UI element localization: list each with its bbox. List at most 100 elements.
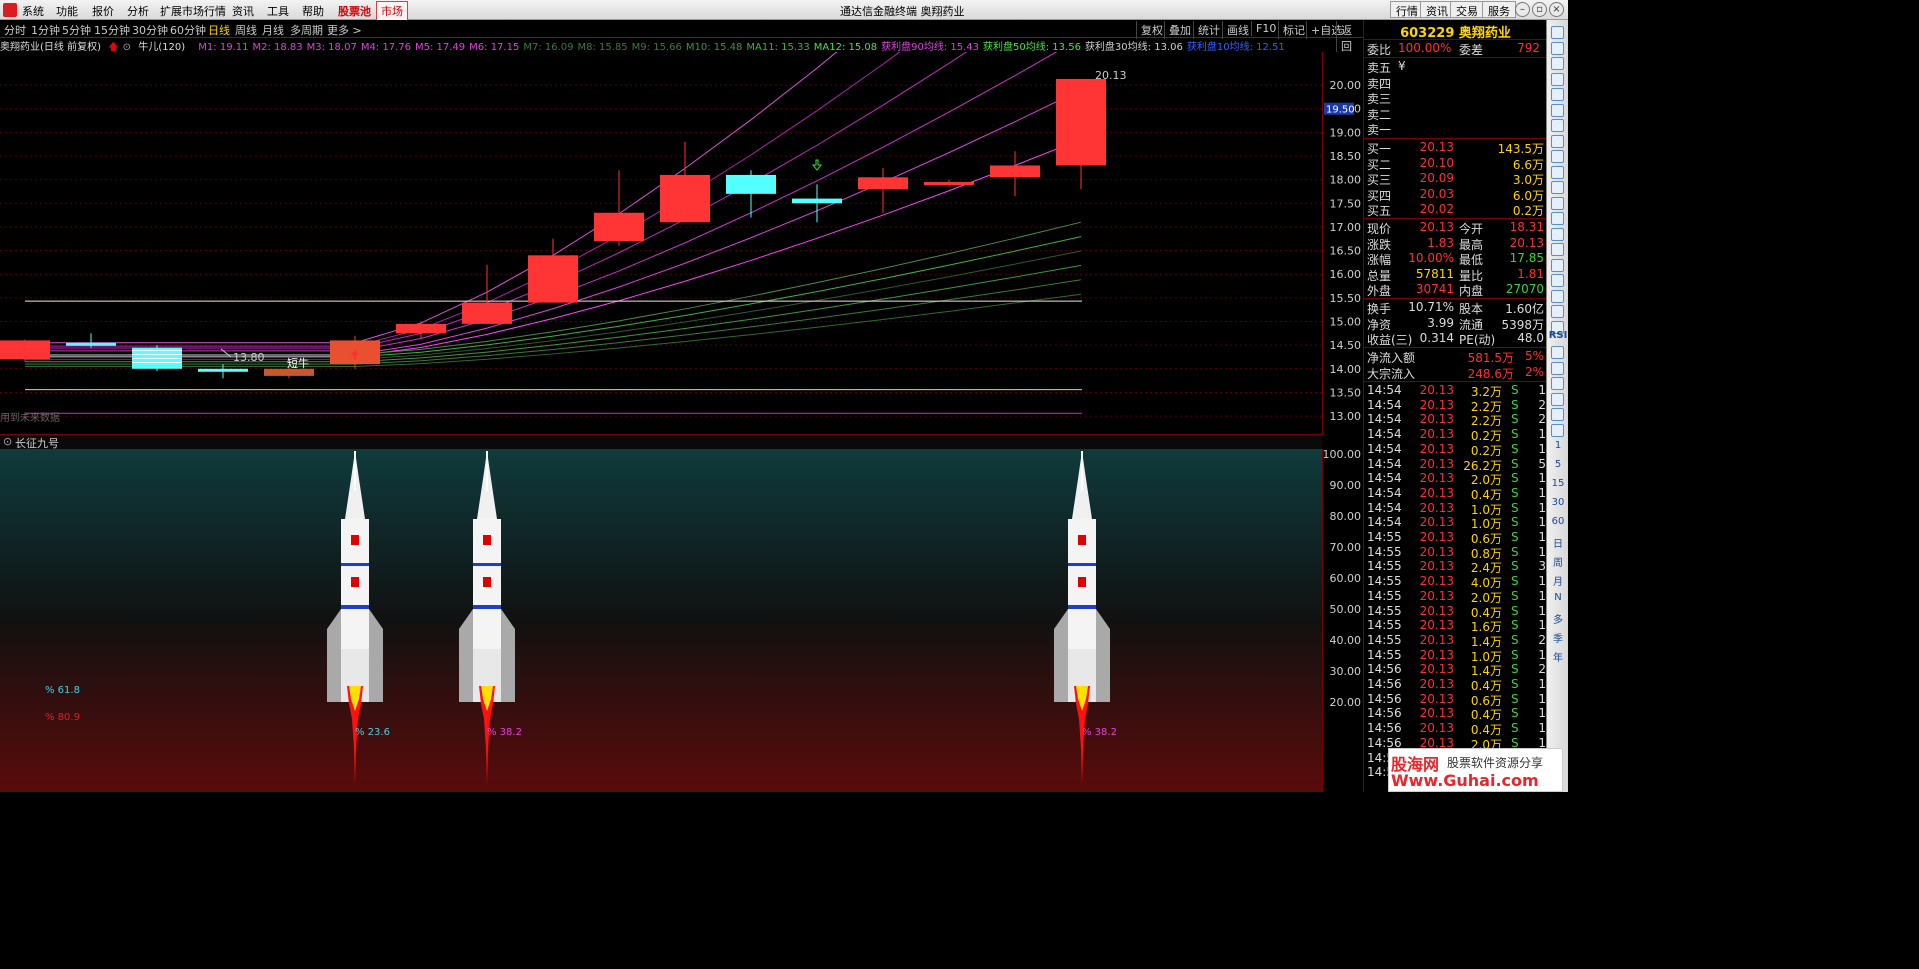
tool-icon[interactable] xyxy=(1551,165,1564,179)
tool-icon[interactable] xyxy=(1551,150,1564,163)
tool-icon[interactable] xyxy=(1551,423,1564,437)
tool-period-0[interactable]: 1 xyxy=(1547,440,1568,451)
period-1min[interactable]: 1分钟 xyxy=(31,22,60,38)
tool-icon[interactable] xyxy=(1551,274,1564,287)
window-title: 通达信金融终端 奥翔药业 xyxy=(840,5,965,18)
btn-statistics[interactable]: 统计 xyxy=(1193,21,1224,39)
period-5min[interactable]: 5分钟 xyxy=(62,22,91,38)
tool-icon[interactable] xyxy=(1551,258,1564,272)
candle[interactable] xyxy=(660,174,710,223)
period-timeshare[interactable]: 分时 xyxy=(4,22,26,38)
menu-help[interactable]: 帮助 xyxy=(302,3,324,19)
tool-icon[interactable] xyxy=(1551,181,1564,194)
tool-icon[interactable] xyxy=(1551,119,1564,132)
period-30min[interactable]: 30分钟 xyxy=(132,22,168,38)
candle[interactable] xyxy=(990,165,1040,178)
quote-cell: 净资 xyxy=(1367,317,1392,332)
rocket-indicator-panel[interactable]: % 61.8 % 80.9 % 23.6 % 38.2 % 38.2 xyxy=(0,449,1322,792)
candle[interactable] xyxy=(858,177,908,190)
candle[interactable] xyxy=(924,182,974,186)
tool-period-4[interactable]: 60 xyxy=(1547,516,1568,527)
tool-icon[interactable] xyxy=(1551,243,1564,256)
tool-icon[interactable] xyxy=(1551,212,1564,225)
menu-stock-pool[interactable]: 股票池 xyxy=(338,3,371,19)
candle[interactable] xyxy=(396,323,446,334)
close-icon[interactable]: × xyxy=(1549,2,1564,17)
menu-analysis[interactable]: 分析 xyxy=(127,3,149,19)
candle[interactable] xyxy=(198,368,248,372)
tool-icon[interactable] xyxy=(1551,88,1564,101)
candle[interactable] xyxy=(792,198,842,204)
btn-adjust[interactable]: 复权 xyxy=(1136,21,1167,39)
minimize-icon[interactable]: – xyxy=(1515,2,1530,17)
tool-icon[interactable] xyxy=(1551,103,1564,117)
candle[interactable] xyxy=(726,174,776,194)
menu-system[interactable]: 系统 xyxy=(22,3,44,19)
tool-icon[interactable] xyxy=(1551,408,1564,421)
tool-period-1[interactable]: 5 xyxy=(1547,459,1568,470)
quote-cell: 2 xyxy=(1538,632,1546,647)
btn-mark[interactable]: 标记 xyxy=(1278,21,1309,39)
menu-quote[interactable]: 报价 xyxy=(92,3,114,19)
candle[interactable] xyxy=(594,212,644,242)
menu-function[interactable]: 功能 xyxy=(56,3,78,19)
tool-period-2[interactable]: 15 xyxy=(1547,478,1568,489)
period-daily[interactable]: 日线 xyxy=(208,22,230,38)
menu-news[interactable]: 资讯 xyxy=(232,3,254,19)
quote-cell: 14:54 xyxy=(1367,456,1402,471)
tool-icon[interactable] xyxy=(1551,392,1564,406)
collapse-icon[interactable]: ⊙ xyxy=(3,435,12,448)
btn-news[interactable]: 资讯 xyxy=(1420,1,1454,18)
quote-cell: 20.13 xyxy=(1419,706,1454,721)
tool-period-11[interactable]: 年 xyxy=(1547,649,1568,664)
tool-period-7[interactable]: 月 xyxy=(1547,573,1568,588)
period-weekly[interactable]: 周线 xyxy=(235,22,257,38)
menu-tools[interactable]: 工具 xyxy=(267,3,289,19)
divider xyxy=(1364,218,1547,219)
main-indicator-name[interactable]: 牛儿(120) xyxy=(138,42,185,52)
period-monthly[interactable]: 月线 xyxy=(262,22,284,38)
tool-period-8[interactable]: N xyxy=(1547,592,1568,603)
tool-period-6[interactable]: 周 xyxy=(1547,554,1568,569)
tool-rsi[interactable]: RSI xyxy=(1547,330,1568,341)
btn-service[interactable]: 服务 xyxy=(1482,1,1516,18)
tool-icon[interactable] xyxy=(1551,289,1564,303)
menu-market[interactable]: 市场 xyxy=(376,1,408,21)
tool-icon[interactable] xyxy=(1551,361,1564,375)
tool-icon[interactable] xyxy=(1551,41,1564,55)
candle[interactable] xyxy=(462,302,512,324)
restore-icon[interactable]: ▫ xyxy=(1532,2,1547,17)
btn-f10[interactable]: F10 xyxy=(1251,21,1280,36)
tool-period-9[interactable]: 多 xyxy=(1547,611,1568,626)
tool-icon[interactable] xyxy=(1551,134,1564,148)
tool-icon[interactable] xyxy=(1551,196,1564,210)
btn-quotes[interactable]: 行情 xyxy=(1390,1,1424,18)
tool-icon[interactable] xyxy=(1551,57,1564,70)
period-60min[interactable]: 60分钟 xyxy=(170,22,206,38)
btn-back[interactable]: 返回 xyxy=(1336,21,1363,55)
tool-period-3[interactable]: 30 xyxy=(1547,497,1568,508)
tool-icon[interactable] xyxy=(1551,227,1564,241)
tool-icon[interactable] xyxy=(1551,72,1564,86)
quote-cell: 1 xyxy=(1538,471,1546,486)
btn-overlay[interactable]: 叠加 xyxy=(1164,21,1195,39)
period-multi[interactable]: 多周期 xyxy=(290,22,323,38)
tool-icon[interactable] xyxy=(1551,26,1564,39)
candlestick-chart[interactable]: 13.80 20.13 短牛用到未来数据 xyxy=(0,52,1322,435)
btn-draw[interactable]: 画线 xyxy=(1222,21,1253,39)
candle[interactable] xyxy=(528,255,578,303)
period-more[interactable]: 更多 > xyxy=(327,22,362,38)
btn-trade[interactable]: 交易 xyxy=(1450,1,1484,18)
dropdown-icon[interactable]: ⊙ xyxy=(123,42,131,52)
tool-icon[interactable] xyxy=(1551,377,1564,390)
tool-icon[interactable] xyxy=(1551,346,1564,359)
quote-cell: 18.31 xyxy=(1509,220,1544,234)
candle[interactable] xyxy=(1056,78,1106,166)
quote-cell: 14:55 xyxy=(1367,647,1402,662)
tool-period-5[interactable]: 日 xyxy=(1547,535,1568,550)
tool-icon[interactable] xyxy=(1551,305,1564,318)
tool-period-10[interactable]: 季 xyxy=(1547,630,1568,645)
menu-extended-market[interactable]: 扩展市场行情 xyxy=(160,3,226,19)
period-15min[interactable]: 15分钟 xyxy=(94,22,130,38)
candle[interactable] xyxy=(66,342,116,346)
